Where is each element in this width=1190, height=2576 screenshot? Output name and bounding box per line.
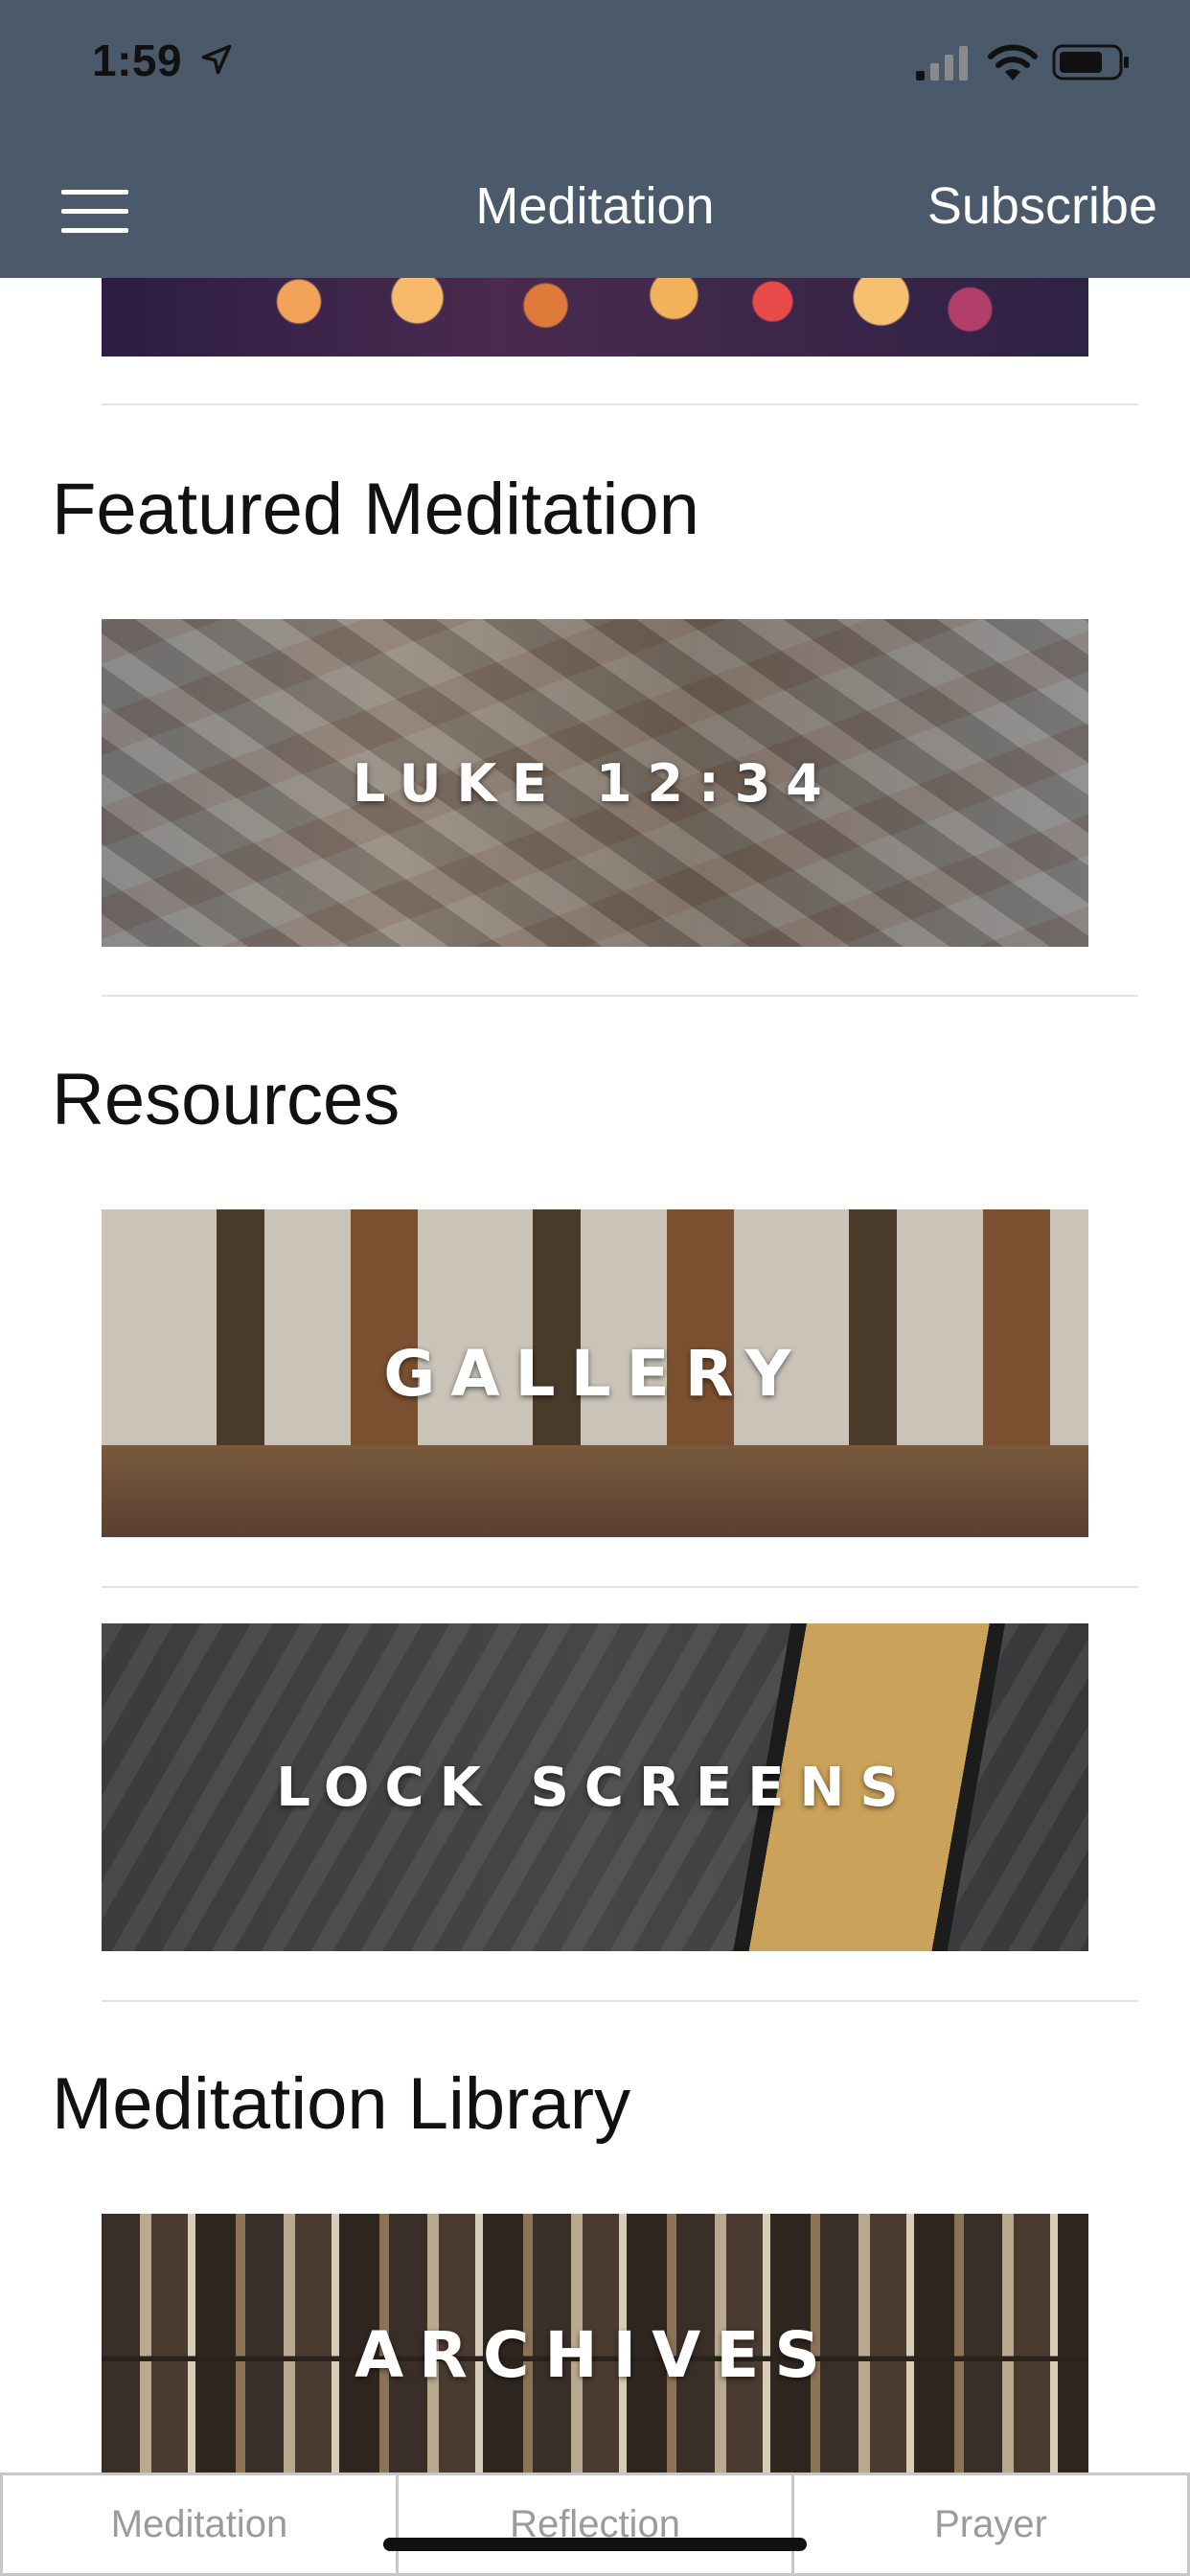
divider xyxy=(102,1586,1138,1588)
cellular-signal-icon xyxy=(916,46,968,80)
archives-card-label: ARCHIVES xyxy=(355,2317,835,2392)
gallery-card-label: GALLERY xyxy=(383,1336,807,1411)
section-title-resources: Resources xyxy=(52,1059,400,1140)
battery-icon xyxy=(1052,44,1129,80)
featured-card-label: LUKE 12:34 xyxy=(353,752,837,814)
tab-prayer[interactable]: Prayer xyxy=(794,2472,1190,2576)
lock-screens-card[interactable]: LOCK SCREENS xyxy=(102,1623,1088,1951)
divider xyxy=(102,995,1138,997)
content-scroll[interactable]: Featured Meditation LUKE 12:34 Resources… xyxy=(0,0,1190,2576)
tab-bar: Meditation Reflection Prayer xyxy=(0,2472,1190,2576)
gallery-card[interactable]: GALLERY xyxy=(102,1209,1088,1537)
status-bar: 1:59 xyxy=(0,0,1190,125)
tab-meditation[interactable]: Meditation xyxy=(0,2472,399,2576)
lock-screens-card-label: LOCK SCREENS xyxy=(276,1756,914,1819)
featured-meditation-card[interactable]: LUKE 12:34 xyxy=(102,619,1088,947)
section-title-featured: Featured Meditation xyxy=(52,469,699,550)
divider xyxy=(102,403,1138,405)
home-indicator[interactable] xyxy=(383,2538,807,2551)
subscribe-button[interactable]: Subscribe xyxy=(927,176,1157,236)
status-time: 1:59 xyxy=(92,35,183,85)
tab-reflection[interactable]: Reflection xyxy=(399,2472,794,2576)
section-title-library: Meditation Library xyxy=(52,2063,631,2145)
location-arrow-icon xyxy=(201,44,232,75)
top-bar: 1:59 Meditation Subscribe xyxy=(0,0,1190,278)
wifi-icon xyxy=(988,44,1038,80)
divider xyxy=(102,2000,1138,2002)
partial-banner-image[interactable] xyxy=(102,278,1088,356)
archives-card[interactable]: ARCHIVES xyxy=(102,2214,1088,2472)
nav-bar: Meditation Subscribe xyxy=(0,163,1190,259)
